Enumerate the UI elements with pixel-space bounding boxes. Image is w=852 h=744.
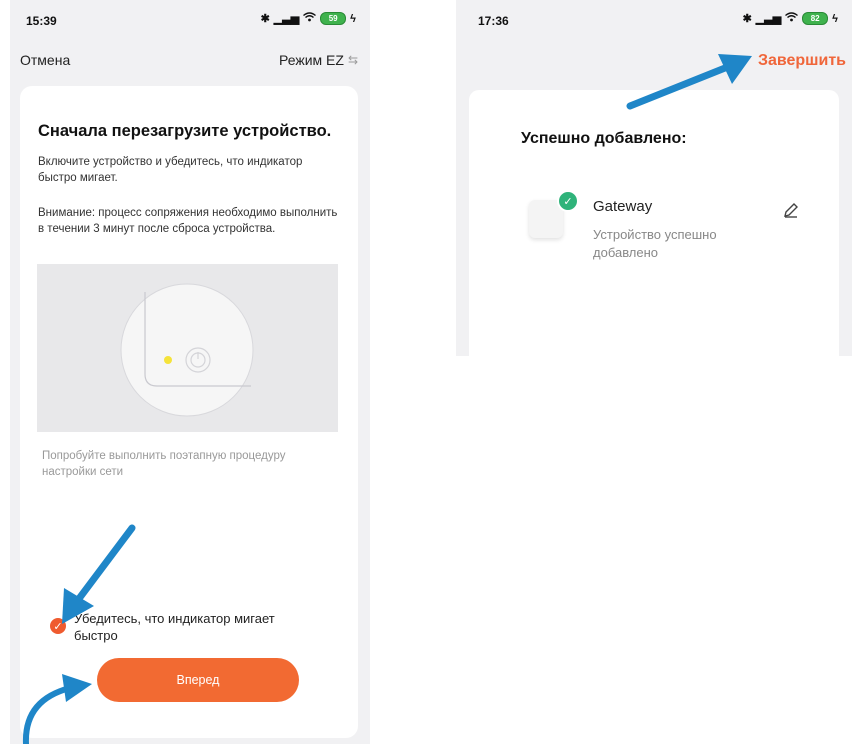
mode-switch-button[interactable]: Режим EZ ⇆ bbox=[279, 52, 358, 68]
battery-indicator: 59 bbox=[320, 12, 347, 25]
confirm-blinking-checkbox[interactable]: ✓ Убедитесь, что индикатор мигает быстро bbox=[50, 610, 320, 644]
finish-button[interactable]: Завершить bbox=[758, 52, 846, 70]
swap-icon: ⇆ bbox=[347, 53, 358, 67]
pencil-icon[interactable] bbox=[781, 200, 801, 220]
cancel-button[interactable]: Отмена bbox=[20, 52, 70, 68]
wifi-icon bbox=[785, 12, 799, 25]
network-setup-hint[interactable]: Попробуйте выполнить поэтапную процедуру… bbox=[42, 448, 342, 480]
signal-icon: ▁▃▅ bbox=[273, 13, 300, 25]
check-icon[interactable]: ✓ bbox=[50, 618, 66, 634]
device-illustration bbox=[37, 264, 338, 432]
device-name: Gateway bbox=[593, 198, 653, 215]
warning-text: Внимание: процесс сопряжения необходимо … bbox=[38, 207, 338, 235]
right-phone-screen: 17:36 ✱ ▁▃▅ 82 ϟ Завершить Успешно добав… bbox=[456, 0, 852, 356]
wifi-icon bbox=[303, 12, 317, 25]
signal-icon: ▁▃▅ bbox=[755, 13, 782, 25]
status-bar: 17:36 ✱ ▁▃▅ 82 ϟ bbox=[456, 0, 852, 40]
confirm-label: Убедитесь, что индикатор мигает быстро bbox=[74, 611, 275, 643]
bluetooth-icon: ✱ bbox=[742, 13, 752, 25]
indicator-light bbox=[164, 356, 172, 364]
success-title: Успешно добавлено: bbox=[521, 130, 687, 147]
battery-indicator: 82 bbox=[802, 12, 829, 25]
status-icons: ✱ ▁▃▅ 82 ϟ bbox=[743, 12, 838, 25]
check-icon: ✓ bbox=[557, 190, 579, 212]
next-button[interactable]: Вперед bbox=[97, 658, 299, 702]
status-bar: 15:39 ✱ ▁▃▅ 59 ϟ bbox=[10, 0, 370, 40]
status-icons: ✱ ▁▃▅ 59 ϟ bbox=[261, 12, 356, 25]
charging-icon: ϟ bbox=[832, 12, 838, 25]
mode-label: Режим EZ bbox=[278, 52, 344, 68]
left-phone-screen: 15:39 ✱ ▁▃▅ 59 ϟ Отмена Режим EZ ⇆ Снача… bbox=[10, 0, 370, 744]
status-time: 15:39 bbox=[26, 14, 57, 28]
page-title: Сначала перезагрузите устройство. bbox=[38, 122, 332, 140]
bluetooth-icon: ✱ bbox=[260, 13, 270, 25]
device-status: Устройство успешно добавлено bbox=[593, 227, 717, 260]
instruction-text: Включите устройство и убедитесь, что инд… bbox=[38, 156, 303, 184]
instruction-card: Сначала перезагрузите устройство. Включи… bbox=[20, 86, 358, 738]
charging-icon: ϟ bbox=[350, 12, 356, 25]
success-card: Успешно добавлено: ✓ Gateway Устройство … bbox=[469, 90, 839, 356]
status-time: 17:36 bbox=[478, 14, 509, 28]
